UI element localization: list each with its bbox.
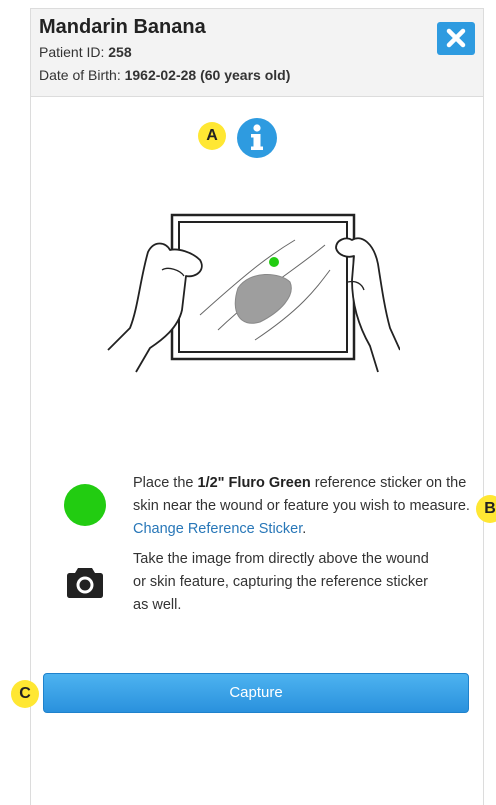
close-button[interactable] [437,22,475,55]
marker-b: B [476,495,496,523]
tablet-illustration [107,213,400,373]
camera-icon [67,568,103,598]
reference-sticker-icon [64,484,106,526]
marker-a: A [198,122,226,150]
dob-row: Date of Birth: 1962-02-28 (60 years old) [39,67,290,83]
sticker-dot [269,257,279,267]
step1-prefix: Place the [133,475,198,491]
instruction-step-2: Take the image from directly above the w… [133,551,429,613]
patient-header: Mandarin Banana Patient ID: 258 Date of … [31,9,483,97]
change-reference-sticker-link[interactable]: Change Reference Sticker [133,521,302,537]
patient-id-value: 258 [108,44,132,60]
marker-c: C [11,680,39,708]
patient-name: Mandarin Banana [39,16,206,38]
dob-value: 1962-02-28 (60 years old) [124,67,291,83]
capture-button[interactable]: Capture [43,673,469,713]
step1-suffix: . [302,521,307,537]
patient-id-label: Patient ID: [39,44,105,60]
info-icon[interactable] [236,117,278,159]
close-icon [446,28,466,48]
sticker-name: 1/2" Fluro Green [197,475,311,491]
instruction-step-1: Place the 1/2" Fluro Green reference sti… [133,472,478,541]
dob-label: Date of Birth: [39,67,121,83]
patient-id-row: Patient ID: 258 [39,44,132,60]
